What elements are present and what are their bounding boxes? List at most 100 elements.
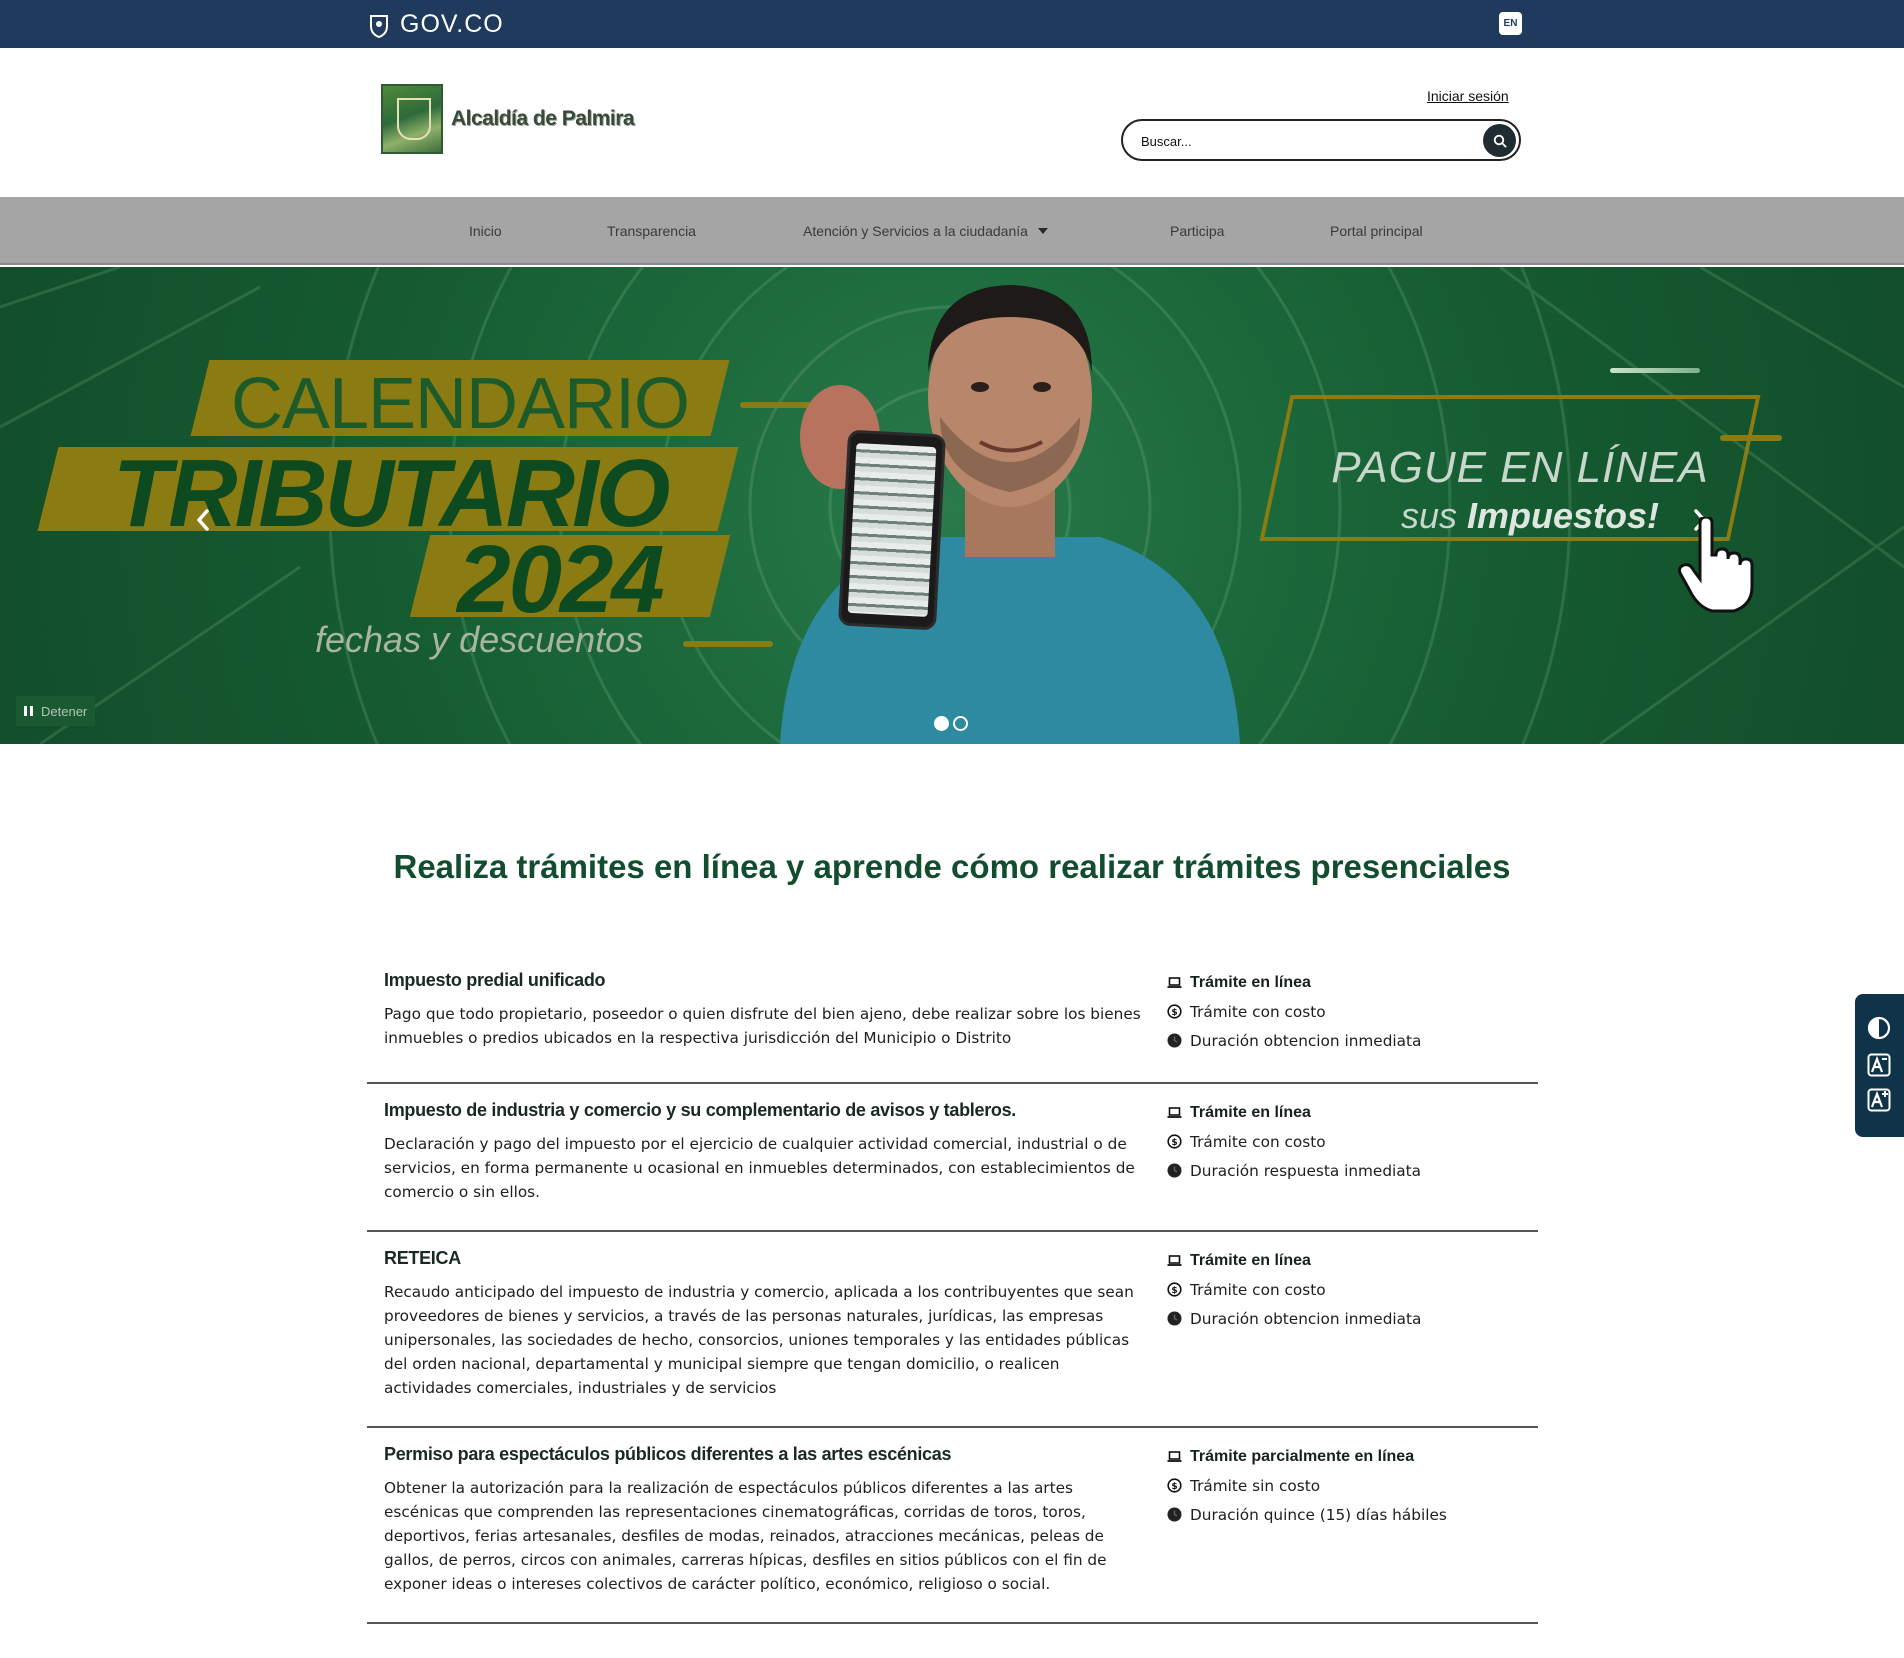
login-link[interactable]: Iniciar sesión xyxy=(1427,88,1509,104)
colombia-shield-icon xyxy=(370,14,388,38)
nav-item-label: Inicio xyxy=(469,223,502,239)
clock-icon xyxy=(1167,1163,1182,1178)
procedure-duration: Duración quince (15) días hábiles xyxy=(1167,1500,1547,1529)
language-toggle-button[interactable]: EN xyxy=(1499,12,1522,35)
gold-line xyxy=(683,641,773,647)
brand-name: Alcaldía de Palmira xyxy=(451,107,635,130)
carousel-indicators xyxy=(934,716,968,731)
procedure-item: Impuesto de industria y comercio y su co… xyxy=(367,1084,1538,1232)
procedure-description: Pago que todo propietario, poseedor o qu… xyxy=(384,1005,1141,1047)
search-box xyxy=(1121,119,1521,161)
section-title: Realiza trámites en línea y aprende cómo… xyxy=(393,848,1511,885)
site-header: Alcaldía de Palmira Iniciar sesión xyxy=(0,48,1904,197)
nav-item-inicio[interactable]: Inicio xyxy=(469,197,502,265)
procedure-description: Recaudo anticipado del impuesto de indus… xyxy=(384,1283,1134,1397)
laptop-icon xyxy=(1167,975,1182,990)
font-decrease-icon xyxy=(1867,1053,1891,1077)
carousel-dot-2[interactable] xyxy=(953,716,968,731)
procedure-title[interactable]: Permiso para espectáculos públicos difer… xyxy=(384,1444,951,1465)
procedure-meta: Trámite en línea $ Trámite con costo Dur… xyxy=(1167,968,1547,1055)
decrease-font-button[interactable] xyxy=(1867,1053,1891,1077)
procedure-duration: Duración obtencion inmediata xyxy=(1167,1026,1547,1055)
procedure-mode-label: Trámite en línea xyxy=(1190,1251,1311,1269)
procedure-title[interactable]: Impuesto predial unificado xyxy=(384,970,606,991)
font-increase-icon xyxy=(1867,1088,1891,1112)
stop-label: Detener xyxy=(41,703,88,719)
search-icon xyxy=(1493,134,1507,148)
procedure-duration: Duración respuesta inmediata xyxy=(1167,1156,1547,1185)
clock-icon xyxy=(1167,1507,1182,1522)
contrast-icon xyxy=(1867,1016,1891,1040)
banner-line-1: CALENDARIO xyxy=(230,364,690,444)
procedure-item: Impuesto predial unificado Pago que todo… xyxy=(367,960,1538,1084)
procedure-item: Permiso para espectáculos públicos difer… xyxy=(367,1428,1538,1624)
contrast-button[interactable] xyxy=(1867,1016,1891,1040)
carousel-stop-button[interactable]: Detener xyxy=(16,696,96,726)
procedure-cost: $ Trámite sin costo xyxy=(1167,1471,1547,1500)
procedure-duration-label: Duración respuesta inmediata xyxy=(1190,1161,1422,1180)
search-button[interactable] xyxy=(1483,124,1516,157)
gov-top-bar: GOV.CO EN xyxy=(0,0,1904,48)
nav-item-participa[interactable]: Participa xyxy=(1170,197,1224,265)
nav-item-label: Portal principal xyxy=(1330,223,1423,239)
procedure-meta: Trámite parcialmente en línea $ Trámite … xyxy=(1167,1442,1547,1529)
procedure-meta: Trámite en línea $ Trámite con costo Dur… xyxy=(1167,1246,1547,1333)
nav-item-portal-principal[interactable]: Portal principal xyxy=(1330,197,1423,265)
gov-co-text: GOV.CO xyxy=(400,10,504,38)
chevron-down-icon xyxy=(1037,228,1048,234)
procedure-mode-label: Trámite en línea xyxy=(1190,973,1311,991)
svg-text:$: $ xyxy=(1171,1482,1177,1492)
procedure-title[interactable]: Impuesto de industria y comercio y su co… xyxy=(384,1100,1016,1121)
laptop-icon xyxy=(1167,1253,1182,1268)
procedure-mode: Trámite en línea xyxy=(1167,1098,1547,1127)
procedure-cost: $ Trámite con costo xyxy=(1167,997,1547,1026)
procedure-mode-label: Trámite parcialmente en línea xyxy=(1190,1447,1415,1465)
money-icon: $ xyxy=(1167,1004,1182,1019)
phone-screen xyxy=(847,443,937,617)
increase-font-button[interactable] xyxy=(1867,1088,1891,1112)
accessibility-bar xyxy=(1855,994,1904,1137)
svg-text:$: $ xyxy=(1171,1008,1177,1018)
money-icon: $ xyxy=(1167,1282,1182,1297)
brand[interactable]: Alcaldía de Palmira xyxy=(381,84,635,154)
svg-text:$: $ xyxy=(1171,1286,1177,1296)
procedure-cost: $ Trámite con costo xyxy=(1167,1275,1547,1304)
nav-item-transparencia[interactable]: Transparencia xyxy=(607,197,696,265)
procedure-mode: Trámite parcialmente en línea xyxy=(1167,1442,1547,1471)
carousel-dot-1[interactable] xyxy=(934,716,949,731)
procedure-cost-label: Trámite sin costo xyxy=(1190,1476,1321,1495)
hero-carousel: CALENDARIO TRIBUTARIO 2024 fechas y desc… xyxy=(0,267,1904,744)
phone-mockup xyxy=(837,429,947,631)
procedure-mode-label: Trámite en línea xyxy=(1190,1103,1311,1121)
procedure-duration-label: Duración obtencion inmediata xyxy=(1190,1309,1422,1328)
nav-item-atencion[interactable]: Atención y Servicios a la ciudadanía xyxy=(803,197,1048,265)
gov-co-logo[interactable]: GOV.CO xyxy=(368,10,504,39)
carousel-prev-button[interactable] xyxy=(188,500,218,540)
procedure-duration-label: Duración obtencion inmediata xyxy=(1190,1031,1422,1050)
search-input[interactable] xyxy=(1141,129,1461,153)
money-icon: $ xyxy=(1167,1134,1182,1149)
procedure-cost-label: Trámite con costo xyxy=(1190,1280,1326,1299)
procedure-duration-label: Duración quince (15) días hábiles xyxy=(1190,1505,1447,1524)
nav-item-label: Atención y Servicios a la ciudadanía xyxy=(803,223,1028,239)
pay-online-subtitle: sus Impuestos! xyxy=(1330,495,1730,537)
procedure-meta: Trámite en línea $ Trámite con costo Dur… xyxy=(1167,1098,1547,1185)
nav-item-label: Participa xyxy=(1170,223,1225,239)
pause-icon xyxy=(24,706,33,716)
gold-line xyxy=(1720,435,1782,441)
nav-item-label: Transparencia xyxy=(607,223,696,239)
clock-icon xyxy=(1167,1311,1182,1326)
procedure-cost-label: Trámite con costo xyxy=(1190,1132,1326,1151)
pay-online-title: PAGUE EN LÍNEA xyxy=(1331,443,1709,492)
procedure-item: RETEICA Recaudo anticipado del impuesto … xyxy=(367,1232,1538,1428)
decorative-line xyxy=(1610,368,1700,373)
procedure-title[interactable]: RETEICA xyxy=(384,1248,461,1269)
chevron-left-icon xyxy=(197,509,209,531)
procedure-duration: Duración obtencion inmediata xyxy=(1167,1304,1547,1333)
money-icon: $ xyxy=(1167,1478,1182,1493)
procedure-description: Obtener la autorización para la realizac… xyxy=(384,1479,1107,1593)
pay-subtitle-prefix: sus xyxy=(1400,495,1457,536)
procedure-mode: Trámite en línea xyxy=(1167,1246,1547,1275)
clock-icon xyxy=(1167,1033,1182,1048)
svg-text:$: $ xyxy=(1171,1138,1177,1148)
